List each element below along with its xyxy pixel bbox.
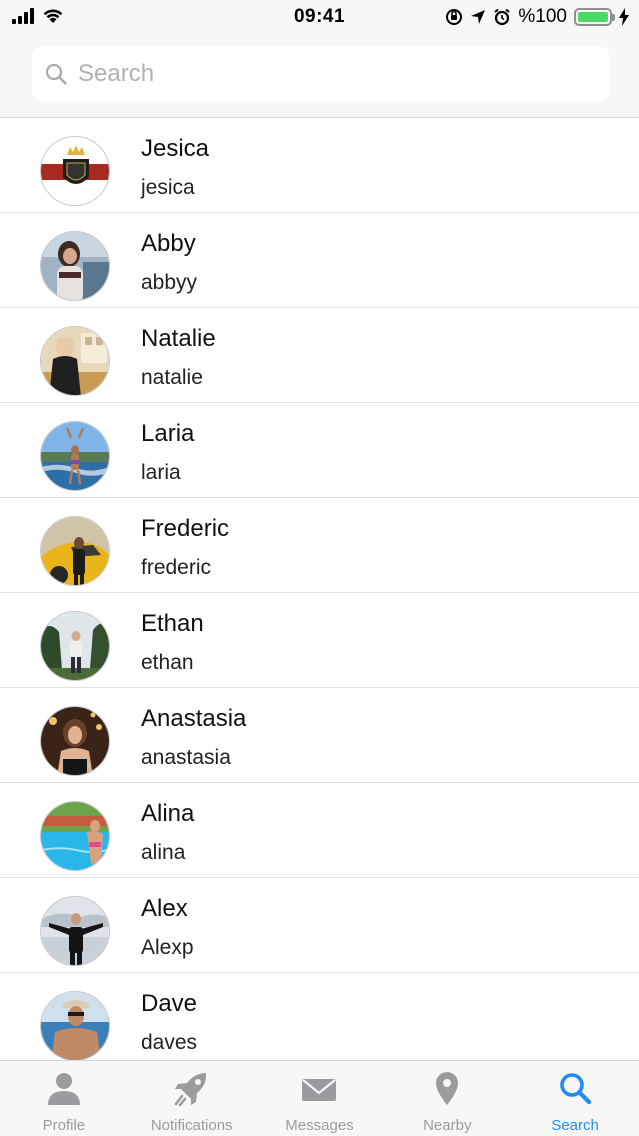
avatar[interactable]: [40, 896, 110, 966]
search-input[interactable]: [78, 60, 578, 88]
user-name: Alex: [141, 895, 188, 922]
user-row-frederic[interactable]: Frederic frederic: [0, 498, 639, 593]
search-box[interactable]: [32, 46, 610, 102]
user-handle: daves: [141, 1031, 198, 1054]
tab-nearby[interactable]: Nearby: [383, 1061, 511, 1136]
tab-label: Messages: [285, 1117, 354, 1134]
user-handle: ethan: [141, 651, 194, 674]
map-pin-icon: [436, 1072, 459, 1105]
location-icon: [471, 10, 486, 24]
user-handle: anastasia: [141, 746, 231, 769]
user-handle: natalie: [141, 366, 203, 389]
tab-label: Search: [551, 1117, 599, 1134]
search-icon: [45, 63, 67, 85]
user-name: Ethan: [141, 610, 204, 637]
avatar[interactable]: [40, 706, 110, 776]
person-icon: [47, 1073, 80, 1105]
user-name: Abby: [141, 230, 196, 257]
user-handle: laria: [141, 461, 181, 484]
user-name: Laria: [141, 420, 195, 447]
user-list: Jesica jesica Abby abbyy Natalie natalie…: [0, 118, 639, 1060]
battery-icon: [574, 8, 615, 26]
user-row-natalie[interactable]: Natalie natalie: [0, 308, 639, 403]
user-name: Frederic: [141, 515, 230, 542]
user-row-dave[interactable]: Dave daves: [0, 973, 639, 1060]
avatar[interactable]: [40, 801, 110, 871]
tab-messages[interactable]: Messages: [256, 1061, 384, 1136]
user-handle: alina: [141, 841, 186, 864]
user-row-abby[interactable]: Abby abbyy: [0, 213, 639, 308]
user-handle: Alexp: [141, 936, 194, 959]
avatar[interactable]: [40, 136, 110, 206]
user-row-alina[interactable]: Alina alina: [0, 783, 639, 878]
user-name: Natalie: [141, 325, 216, 352]
avatar[interactable]: [40, 516, 110, 586]
alarm-icon: [494, 8, 511, 26]
avatar[interactable]: [40, 231, 110, 301]
user-name: Anastasia: [141, 705, 247, 732]
user-handle: abbyy: [141, 271, 198, 294]
status-right: %100: [445, 6, 629, 28]
tab-label: Profile: [42, 1117, 86, 1134]
tab-profile[interactable]: Profile: [0, 1061, 128, 1136]
user-row-laria[interactable]: Laria laria: [0, 403, 639, 498]
rocket-icon: [174, 1073, 206, 1107]
tab-bar: Profile Notifications Messages Nearby Se…: [0, 1060, 639, 1136]
user-row-anastasia[interactable]: Anastasia anastasia: [0, 688, 639, 783]
battery-percentage: %100: [518, 6, 567, 27]
user-handle: frederic: [141, 556, 212, 579]
orientation-lock-icon: [446, 9, 463, 25]
user-name: Dave: [141, 990, 198, 1017]
user-row-jesica[interactable]: Jesica jesica: [0, 118, 639, 213]
tab-search[interactable]: Search: [511, 1061, 639, 1136]
user-name: Alina: [141, 800, 195, 827]
user-handle: jesica: [141, 176, 195, 199]
charging-icon: [619, 8, 629, 26]
avatar[interactable]: [40, 991, 110, 1060]
envelope-icon: [302, 1079, 337, 1101]
user-row-alex[interactable]: Alex Alexp: [0, 878, 639, 973]
tab-notifications[interactable]: Notifications: [128, 1061, 256, 1136]
battery-fill: [578, 12, 608, 22]
search-icon: [560, 1073, 592, 1105]
tab-label: Nearby: [423, 1117, 472, 1134]
status-bar: 09:41 %100: [0, 0, 639, 36]
avatar[interactable]: [40, 326, 110, 396]
avatar[interactable]: [40, 611, 110, 681]
search-bar-area: [0, 36, 639, 118]
tab-label: Notifications: [150, 1117, 233, 1134]
user-name: Jesica: [141, 135, 210, 162]
user-row-ethan[interactable]: Ethan ethan: [0, 593, 639, 688]
avatar[interactable]: [40, 421, 110, 491]
